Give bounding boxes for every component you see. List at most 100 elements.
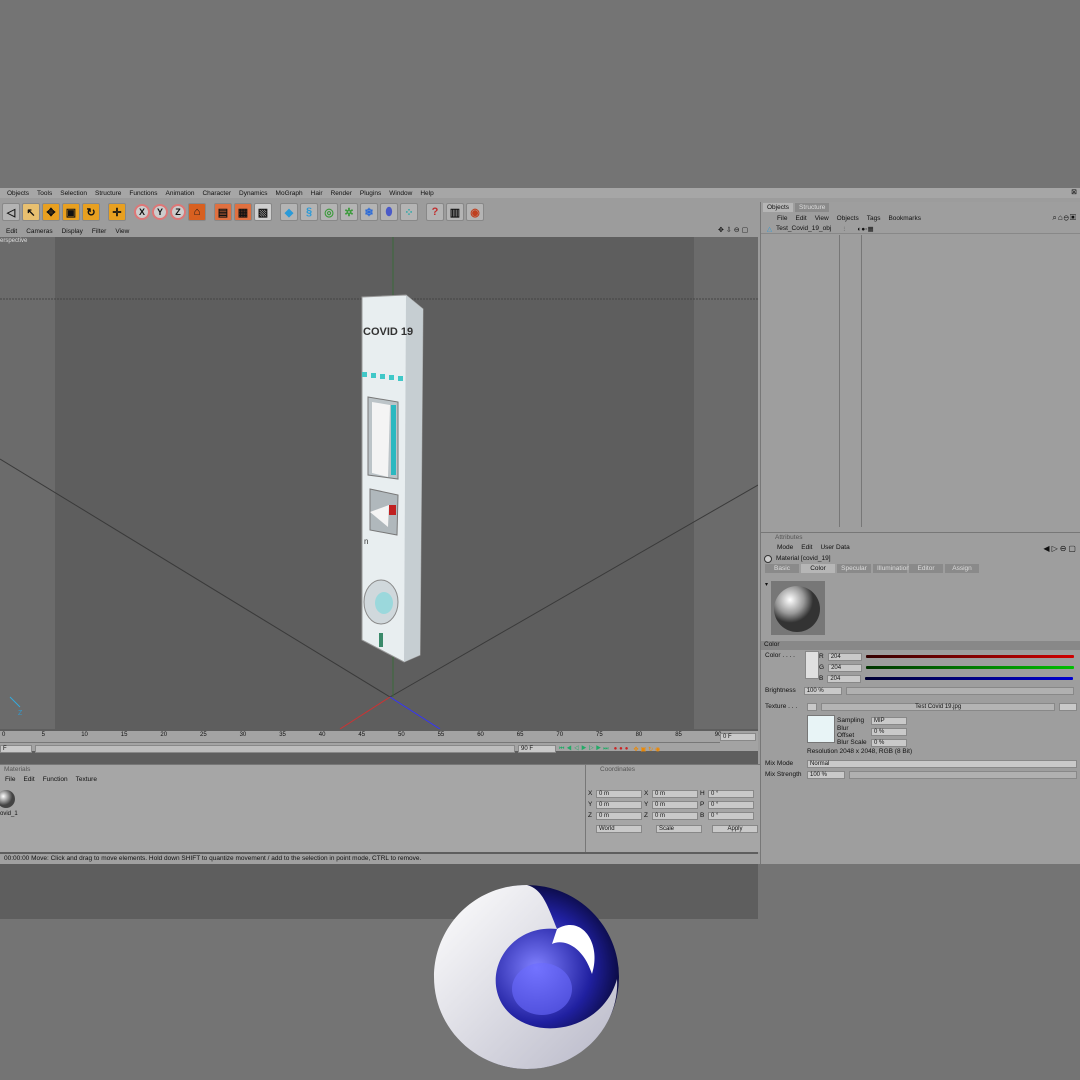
tab-editor[interactable]: Editor — [909, 564, 943, 573]
attributes-menu-user-data[interactable]: User Data — [820, 544, 849, 551]
menu-selection[interactable]: Selection — [60, 190, 87, 197]
materials-menu-file[interactable]: File — [5, 776, 15, 783]
coord-value-field[interactable]: 0 m — [652, 789, 698, 798]
brightness-field[interactable]: 100 % — [803, 686, 842, 695]
blur-scale-field[interactable]: 0 % — [871, 738, 907, 747]
materials-menu-function[interactable]: Function — [43, 776, 68, 783]
attributes-menu-mode[interactable]: Mode — [777, 544, 793, 551]
objects-menu-objects[interactable]: Objects — [837, 215, 859, 222]
coord-system-select[interactable]: World — [596, 824, 642, 833]
spline-icon[interactable]: § — [300, 203, 318, 221]
mix-strength-slider[interactable] — [849, 770, 1077, 779]
sampling-select[interactable]: MIP — [871, 716, 907, 725]
blur-offset-field[interactable]: 0 % — [871, 727, 907, 736]
menu-mograph[interactable]: MoGraph — [276, 190, 303, 197]
color-r-field[interactable]: 204 — [827, 652, 862, 661]
texture-thumbnail[interactable] — [807, 715, 835, 743]
mix-strength-field[interactable]: 100 % — [807, 770, 845, 779]
z-axis-button[interactable]: Z — [170, 204, 186, 220]
color-g-field[interactable]: 204 — [828, 663, 863, 672]
nurbs-icon[interactable]: ◎ — [320, 203, 338, 221]
scene-icon[interactable]: ⬮ — [380, 203, 398, 221]
menu-structure[interactable]: Structure — [95, 190, 121, 197]
attributes-nav-icons[interactable]: ◀▷⊖▢ — [1043, 544, 1078, 553]
deformer-icon[interactable]: ❄ — [360, 203, 378, 221]
y-axis-button[interactable]: Y — [152, 204, 168, 220]
objects-menu-file[interactable]: File — [777, 215, 787, 222]
render-region-icon[interactable]: ◉ — [466, 203, 484, 221]
object-visibility-icon[interactable]: ⁝ — [843, 225, 845, 233]
timeline-ruler[interactable]: 0 5 10 15 20 25 30 35 40 45 50 55 60 65 70 75 80 85 90 — [0, 731, 721, 743]
coord-value-field[interactable]: 0 m — [652, 800, 698, 809]
brightness-slider[interactable] — [845, 686, 1074, 695]
playback-buttons[interactable]: ⏮◀◁▶▷▶⏭ — [559, 746, 611, 753]
menu-help[interactable]: Help — [420, 190, 433, 197]
help-icon[interactable]: ? — [426, 203, 444, 221]
object-tag-icons[interactable]: ◐●◦▦ — [857, 225, 873, 233]
render-picture-icon[interactable]: ▦ — [234, 203, 252, 221]
color-r-slider[interactable] — [865, 655, 1074, 658]
scale-icon[interactable]: ▣ — [62, 203, 80, 221]
menu-tools[interactable]: Tools — [37, 190, 52, 197]
viewport-menu-filter[interactable]: Filter — [92, 228, 106, 235]
record-buttons[interactable]: ●●● — [614, 746, 631, 752]
color-b-field[interactable]: 204 — [827, 674, 862, 683]
objects-menu-tags[interactable]: Tags — [867, 215, 881, 222]
coord-mode-select[interactable]: Scale — [656, 824, 702, 833]
tab-structure[interactable]: Structure — [795, 203, 830, 212]
array-icon[interactable]: ✲ — [340, 203, 358, 221]
light-icon[interactable]: ⁘ — [400, 203, 418, 221]
objects-menu-bookmarks[interactable]: Bookmarks — [888, 215, 921, 222]
coord-value-field[interactable]: 0 ° — [708, 800, 754, 809]
coord-value-field[interactable]: 0 m — [596, 811, 642, 820]
close-icon[interactable]: ⊠ — [1071, 188, 1077, 196]
undo-icon[interactable]: ◁ — [2, 203, 20, 221]
apply-button[interactable]: Apply — [712, 824, 758, 833]
coordinate-system-icon[interactable]: ✛ — [108, 203, 126, 221]
material-thumbnail[interactable] — [0, 789, 17, 809]
tab-assign[interactable]: Assign — [945, 564, 979, 573]
texture-name-field[interactable]: Test Covid 19.jpg — [821, 702, 1056, 711]
objects-search-icon[interactable]: ⌕⌂⊖▣ — [1052, 213, 1077, 223]
coord-value-field[interactable]: 0 m — [596, 789, 642, 798]
objects-menu-edit[interactable]: Edit — [795, 215, 806, 222]
object-row[interactable]: △ Test_Covid_19_obj ⁝ ◐●◦▦ — [761, 224, 1080, 234]
menu-hair[interactable]: Hair — [311, 190, 323, 197]
x-axis-button[interactable]: X — [134, 204, 150, 220]
timeline-scrubber[interactable] — [35, 745, 515, 753]
render-settings-icon[interactable]: ▧ — [254, 203, 272, 221]
viewport-menu-view[interactable]: View — [115, 228, 129, 235]
object-mode-icon[interactable]: ⌂ — [188, 203, 206, 221]
texture-browse-button[interactable] — [1059, 702, 1078, 711]
viewport-menu-display[interactable]: Display — [62, 228, 83, 235]
coord-value-field[interactable]: 0 ° — [708, 789, 754, 798]
timeline-start-field[interactable]: F — [0, 745, 32, 753]
viewport-menu-edit[interactable]: Edit — [6, 228, 17, 235]
tab-objects[interactable]: Objects — [763, 203, 794, 212]
menu-dynamics[interactable]: Dynamics — [239, 190, 268, 197]
menu-render[interactable]: Render — [331, 190, 352, 197]
coord-value-field[interactable]: 0 ° — [708, 811, 754, 820]
move-icon[interactable]: ✥ — [42, 203, 60, 221]
tab-specular[interactable]: Specular — [837, 564, 871, 573]
rotate-icon[interactable]: ↻ — [82, 203, 100, 221]
coord-value-field[interactable]: 0 m — [596, 800, 642, 809]
timeline-icon[interactable]: ▥ — [446, 203, 464, 221]
color-b-slider[interactable] — [865, 677, 1074, 680]
menu-objects[interactable]: Objects — [7, 190, 29, 197]
timeline[interactable]: 0 5 10 15 20 25 30 35 40 45 50 55 60 65 70 75 80 85 90 0 F… — [0, 731, 758, 753]
menu-window[interactable]: Window — [389, 190, 412, 197]
timeline-end-field[interactable]: 0 F — [720, 733, 756, 741]
menu-functions[interactable]: Functions — [129, 190, 157, 197]
preview-arrow-icon[interactable]: ▾ — [765, 581, 768, 588]
attributes-menu-edit[interactable]: Edit — [801, 544, 812, 551]
mix-mode-select[interactable]: Normal — [807, 759, 1077, 768]
texture-menu-button[interactable] — [807, 702, 818, 711]
key-buttons[interactable]: ✥▣↻◉ — [633, 746, 662, 753]
render-view-icon[interactable]: ▤ — [214, 203, 232, 221]
tab-color[interactable]: Color — [801, 564, 835, 573]
materials-menu-edit[interactable]: Edit — [23, 776, 34, 783]
objects-menu-view[interactable]: View — [815, 215, 829, 222]
tab-basic[interactable]: Basic — [765, 564, 799, 573]
materials-menu-texture[interactable]: Texture — [76, 776, 97, 783]
